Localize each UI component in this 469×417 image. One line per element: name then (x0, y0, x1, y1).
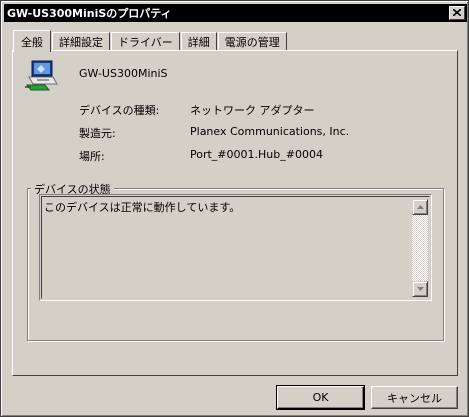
scroll-down-button[interactable] (412, 281, 428, 297)
device-status-textbox-inner: このデバイスは正常に動作しています。 (41, 196, 430, 299)
network-adapter-icon (25, 60, 58, 91)
location-value: Port_#0001.Hub_#0004 (190, 148, 323, 161)
tab-advanced[interactable]: 詳細設定 (52, 32, 110, 51)
device-name: GW-US300MiniS (79, 67, 168, 80)
cancel-button-label: キャンセル (387, 391, 442, 405)
cancel-button[interactable]: キャンセル (371, 386, 458, 409)
scroll-up-button[interactable] (412, 199, 428, 215)
tab-driver-label: ドライバー (118, 36, 173, 49)
tab-general[interactable]: 全般 (13, 30, 51, 52)
location-label: 場所: (79, 150, 105, 163)
title-bar[interactable]: GW-US300MiniSのプロパティ (4, 4, 467, 22)
arrow-up-icon (417, 205, 424, 209)
tab-advanced-label: 詳細設定 (59, 36, 103, 49)
close-button[interactable] (449, 6, 465, 20)
vertical-scrollbar[interactable] (412, 199, 428, 297)
device-status-textbox[interactable]: このデバイスは正常に動作しています。 (39, 194, 432, 301)
tab-strip: 全般 詳細設定 ドライバー 詳細 電源の管理 (13, 29, 288, 52)
tab-power-management-label: 電源の管理 (224, 36, 280, 49)
tab-general-label: 全般 (21, 35, 43, 49)
tab-details-label: 詳細 (187, 36, 210, 49)
device-status-text: このデバイスは正常に動作しています。 (44, 201, 241, 214)
tab-details[interactable]: 詳細 (180, 32, 217, 51)
manufacturer-label: 製造元: (79, 127, 116, 140)
device-type-label: デバイスの種類: (79, 104, 160, 117)
tab-power-management[interactable]: 電源の管理 (217, 32, 287, 51)
close-icon (453, 9, 461, 16)
ok-button-label: OK (312, 391, 329, 404)
manufacturer-value: Planex Communications, Inc. (190, 125, 350, 138)
properties-dialog: GW-US300MiniSのプロパティ 全般 詳細設定 ドライバー 詳細 電源の… (0, 0, 469, 417)
tab-driver[interactable]: ドライバー (111, 32, 180, 51)
device-type-value: ネットワーク アダプター (190, 104, 315, 117)
window-title: GW-US300MiniSのプロパティ (7, 7, 172, 20)
arrow-down-icon (417, 287, 424, 291)
ok-button[interactable]: OK (276, 385, 365, 410)
